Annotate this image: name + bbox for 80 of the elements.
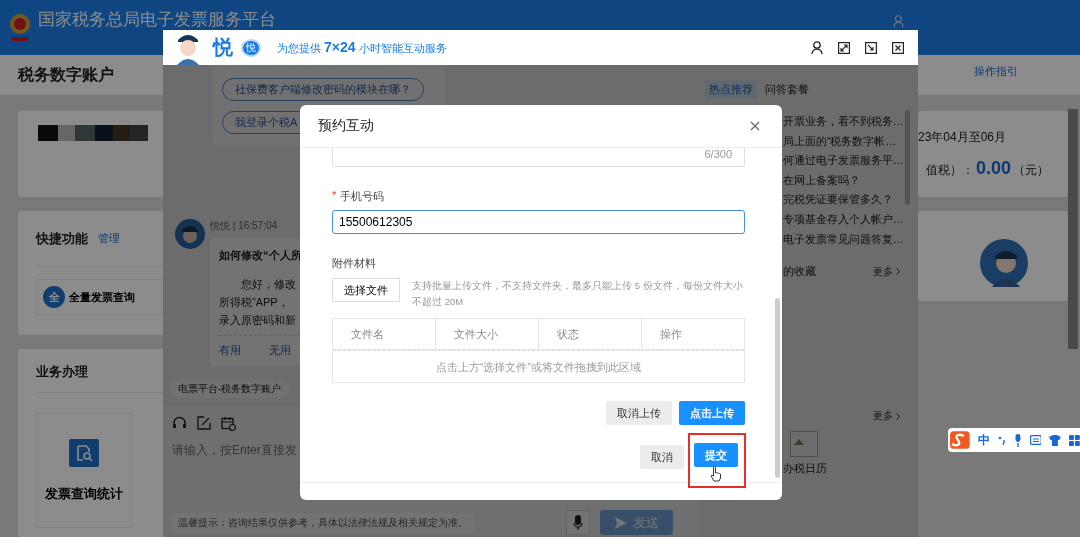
phone-input[interactable]: 15500612305 — [332, 210, 745, 234]
dialog-button[interactable]: 提交 — [694, 443, 738, 467]
message-text: 您好，修改 — [240, 277, 296, 292]
send-icon — [614, 516, 627, 529]
voice-button[interactable] — [566, 510, 590, 535]
manage-link[interactable]: 管理 — [98, 231, 120, 246]
char-counter: 6/300 — [704, 148, 732, 160]
emblem-icon — [8, 12, 32, 43]
edit-icon[interactable] — [197, 416, 211, 430]
chevron-right-icon — [896, 268, 900, 276]
broken-image-icon — [790, 431, 818, 458]
grid-icon[interactable] — [1069, 434, 1080, 446]
tax-label: 值税）： — [926, 162, 974, 179]
panel-tab[interactable]: 问答套餐 — [761, 80, 813, 99]
field-label: 手机号码 — [340, 189, 385, 204]
message-text: 所得税”APP， — [219, 295, 289, 310]
column-header: 文件大小 — [436, 318, 539, 350]
hot-question-link[interactable]: 在网上备案吗？ — [783, 170, 918, 191]
card-title: 快捷功能 — [36, 229, 88, 248]
assistant-avatar-icon[interactable] — [980, 239, 1028, 287]
scrollbar-thumb[interactable] — [775, 298, 780, 478]
input-mode-toggle[interactable]: 中 — [977, 431, 990, 449]
dialog-button[interactable]: 取消 — [640, 445, 684, 469]
site-title: 国家税务总局电子发票服务平台 — [38, 11, 276, 29]
drop-zone[interactable]: 点击上方“选择文件”或将文件拖拽到此区域 — [333, 350, 744, 382]
account-title: 税务数字账户 — [18, 64, 114, 85]
column-header: 文件名 — [333, 318, 436, 350]
expand-icon[interactable] — [838, 41, 850, 54]
hot-question-link[interactable]: 局上面的“税务数字帐… — [783, 131, 918, 152]
hot-question-link[interactable]: 电子发票常见问题答复… — [783, 229, 918, 250]
tool-label[interactable]: 办税日历 — [783, 461, 827, 477]
required-mark: * — [332, 189, 337, 203]
calendar-clock-icon[interactable] — [221, 416, 236, 431]
column-header: 状态 — [539, 318, 642, 350]
scrollbar-thumb[interactable] — [1068, 109, 1078, 349]
microphone-icon[interactable] — [1013, 433, 1022, 447]
upload-button[interactable]: 点击上传 — [679, 401, 745, 425]
hot-question-link[interactable]: 专项基金存入个人帐户… — [783, 209, 918, 230]
microphone-icon — [573, 514, 583, 531]
shortcut-badge: 全 — [43, 286, 65, 308]
close-icon[interactable] — [892, 41, 904, 54]
hot-question-link[interactable]: 完税凭证要保管多久？ — [783, 190, 918, 210]
shirt-icon[interactable] — [1049, 434, 1062, 446]
headset-icon[interactable] — [172, 416, 187, 431]
brand-badge: 悦 — [241, 38, 261, 57]
hot-question-link[interactable]: 开票业务，看不到税务… — [783, 112, 918, 132]
more-link[interactable]: 更多 — [873, 409, 893, 424]
message-text: 录入原密码和新 — [219, 313, 296, 328]
column-header: 操作 — [659, 326, 683, 342]
context-tag: 电票平台-税务数字账户 — [170, 380, 290, 398]
chevron-right-icon — [896, 412, 900, 420]
guide-link[interactable]: 操作指引 — [974, 63, 1018, 79]
brand-logo: 悦 — [213, 35, 233, 60]
feedback-link[interactable]: 无用 — [269, 343, 291, 358]
service-tagline: 为您提供 7×24 小时智能互动服务 — [277, 39, 447, 56]
service-tile[interactable]: 发票查询统计 — [36, 413, 132, 528]
upload-hint: 支持批量上传文件，不支持文件夹，最多只能上传 5 份文件，每份文件大小不超过 20M — [412, 279, 744, 309]
keyboard-icon[interactable] — [1029, 435, 1042, 445]
feedback-link[interactable]: 有用 — [219, 343, 241, 358]
scrollbar-thumb[interactable] — [905, 110, 910, 205]
hot-question-link[interactable]: 何通过电子发票服务平… — [783, 151, 918, 171]
dialog-title: 预约互动 — [318, 117, 374, 135]
minimize-icon[interactable] — [865, 41, 877, 54]
panel-tab[interactable]: 热点推荐 — [705, 80, 757, 99]
section-title: 的收藏 — [783, 264, 816, 280]
amount-unit: （元） — [1013, 162, 1050, 179]
user-icon[interactable] — [811, 41, 823, 54]
choose-file-button[interactable]: 选择文件 — [332, 278, 400, 302]
more-link[interactable]: 更多 — [873, 264, 893, 279]
hand-cursor-icon — [710, 466, 722, 482]
ime-logo-icon[interactable] — [950, 431, 970, 449]
assistant-avatar-icon — [175, 219, 205, 249]
punctuation-icon[interactable] — [997, 435, 1006, 445]
shortcut-button[interactable]: 全 全量发票查询 — [36, 279, 162, 315]
field-label: 附件材料 — [332, 256, 377, 271]
search-document-icon — [69, 438, 99, 467]
tax-amount: 0.00 — [976, 158, 1012, 179]
period-text: 23年04月至06月 — [918, 129, 1008, 146]
text-area[interactable]: 6/300 — [332, 148, 745, 167]
cancel-upload-button[interactable]: 取消上传 — [606, 401, 672, 425]
